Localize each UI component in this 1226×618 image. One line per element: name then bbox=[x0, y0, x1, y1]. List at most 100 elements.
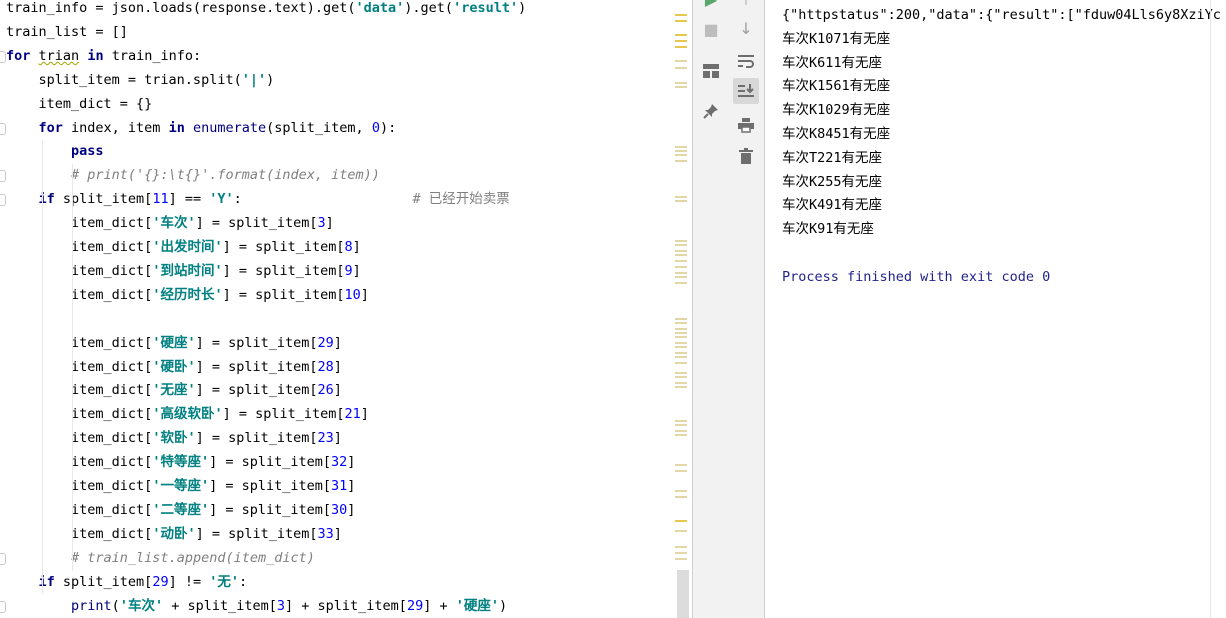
stripe-marker[interactable] bbox=[675, 430, 687, 432]
stripe-marker[interactable] bbox=[675, 346, 687, 348]
stripe-marker[interactable] bbox=[675, 558, 687, 560]
stripe-marker[interactable] bbox=[675, 244, 687, 246]
code-line[interactable]: train_list = [] bbox=[6, 21, 128, 43]
stripe-marker[interactable] bbox=[675, 60, 687, 62]
fold-marker[interactable] bbox=[0, 170, 6, 183]
code-token: '车次' bbox=[152, 215, 196, 232]
error-stripe[interactable] bbox=[668, 0, 692, 618]
stripe-marker[interactable] bbox=[675, 342, 687, 344]
code-line[interactable]: train_info = json.loads(response.text).g… bbox=[6, 0, 526, 19]
code-line[interactable]: for trian in train_info: bbox=[6, 45, 201, 67]
stripe-marker[interactable] bbox=[675, 470, 687, 472]
stripe-marker[interactable] bbox=[675, 530, 687, 532]
stripe-marker[interactable] bbox=[675, 386, 687, 388]
stripe-marker[interactable] bbox=[675, 250, 687, 252]
stripe-marker[interactable] bbox=[675, 356, 687, 358]
stripe-marker[interactable] bbox=[675, 260, 687, 262]
stripe-marker[interactable] bbox=[675, 160, 687, 162]
stripe-marker[interactable] bbox=[675, 546, 687, 548]
soft-wrap-icon[interactable] bbox=[733, 48, 759, 74]
stripe-marker[interactable] bbox=[675, 34, 687, 36]
stripe-marker[interactable] bbox=[675, 382, 687, 384]
stripe-marker[interactable] bbox=[675, 434, 687, 436]
scroll-up-icon[interactable]: ↑ bbox=[733, 0, 759, 12]
code-editor[interactable]: train_info = json.loads(response.text).g… bbox=[0, 0, 668, 618]
run-console[interactable]: {"httpstatus":200,"data":{"result":["fdu… bbox=[765, 0, 1226, 618]
code-line[interactable]: item_dict['车次'] = split_item[3] bbox=[6, 212, 334, 234]
stripe-marker[interactable] bbox=[675, 336, 687, 338]
stripe-marker[interactable] bbox=[675, 332, 687, 334]
stripe-marker[interactable] bbox=[675, 82, 687, 84]
stripe-marker[interactable] bbox=[675, 372, 687, 374]
stripe-marker[interactable] bbox=[675, 362, 687, 364]
code-token: '硬卧' bbox=[152, 358, 196, 375]
code-line[interactable]: item_dict['动卧'] = split_item[33] bbox=[6, 523, 342, 545]
code-line[interactable]: item_dict['二等座'] = split_item[30] bbox=[6, 499, 355, 521]
code-line[interactable]: item_dict['特等座'] = split_item[32] bbox=[6, 451, 355, 473]
code-line[interactable]: pass bbox=[6, 140, 104, 162]
stripe-marker[interactable] bbox=[675, 46, 687, 48]
stripe-marker[interactable] bbox=[675, 200, 687, 202]
stripe-marker[interactable] bbox=[675, 282, 687, 284]
code-line[interactable]: split_item = trian.split('|') bbox=[6, 69, 275, 91]
code-line[interactable]: item_dict['硬卧'] = split_item[28] bbox=[6, 356, 342, 378]
stripe-marker[interactable] bbox=[675, 196, 687, 198]
stripe-marker[interactable] bbox=[675, 318, 687, 320]
stripe-marker[interactable] bbox=[675, 420, 687, 422]
code-line[interactable]: item_dict['硬座'] = split_item[29] bbox=[6, 332, 342, 354]
code-token: '到站时间' bbox=[152, 262, 223, 279]
stripe-marker[interactable] bbox=[675, 322, 687, 324]
stripe-marker[interactable] bbox=[675, 424, 687, 426]
stripe-marker[interactable] bbox=[675, 266, 687, 268]
code-line[interactable]: # train_list.append(item_dict) bbox=[6, 547, 315, 569]
code-line[interactable]: item_dict['到站时间'] = split_item[9] bbox=[6, 260, 361, 282]
code-line[interactable]: item_dict['高级软卧'] = split_item[21] bbox=[6, 403, 369, 425]
stripe-marker[interactable] bbox=[675, 40, 687, 42]
fold-marker[interactable] bbox=[0, 50, 6, 63]
stripe-marker[interactable] bbox=[675, 552, 687, 554]
scroll-down-icon[interactable]: ↓ bbox=[733, 15, 759, 41]
stripe-marker[interactable] bbox=[675, 14, 687, 16]
console-output-line: 车次K611有无座 bbox=[782, 54, 883, 71]
stripe-marker[interactable] bbox=[675, 154, 687, 156]
code-line[interactable]: print('车次' + split_item[3] + split_item[… bbox=[6, 595, 507, 617]
stripe-marker[interactable] bbox=[675, 496, 687, 498]
stripe-marker[interactable] bbox=[675, 464, 687, 466]
fold-marker[interactable] bbox=[0, 600, 6, 613]
code-line[interactable]: item_dict['无座'] = split_item[26] bbox=[6, 379, 342, 401]
stop-icon[interactable]: ■ bbox=[698, 16, 724, 42]
code-line[interactable]: if split_item[11] == 'Y': # 已经开始卖票 bbox=[6, 188, 510, 210]
stripe-marker[interactable] bbox=[675, 520, 687, 522]
stripe-marker[interactable] bbox=[675, 240, 687, 242]
stripe-marker[interactable] bbox=[675, 67, 687, 69]
code-line[interactable]: item_dict['出发时间'] = split_item[8] bbox=[6, 236, 361, 258]
editor-scrollbar-thumb[interactable] bbox=[677, 570, 689, 618]
trash-icon[interactable] bbox=[733, 143, 759, 169]
pin-icon[interactable] bbox=[698, 98, 724, 124]
stripe-marker[interactable] bbox=[675, 146, 687, 148]
code-line[interactable]: # print('{}:\t{}'.format(index, item)) bbox=[6, 164, 380, 186]
scroll-to-end-icon[interactable] bbox=[733, 78, 759, 104]
code-line[interactable]: item_dict = {} bbox=[6, 93, 153, 115]
stripe-marker[interactable] bbox=[675, 254, 687, 256]
stripe-marker[interactable] bbox=[675, 20, 687, 22]
stripe-marker[interactable] bbox=[675, 490, 687, 492]
code-line[interactable]: item_dict['一等座'] = split_item[31] bbox=[6, 475, 355, 497]
code-line[interactable]: item_dict['软卧'] = split_item[23] bbox=[6, 427, 342, 449]
stripe-marker[interactable] bbox=[675, 86, 687, 88]
layout-icon[interactable] bbox=[698, 58, 724, 84]
code-token: ] bbox=[333, 382, 342, 399]
fold-marker[interactable] bbox=[0, 194, 6, 207]
stripe-marker[interactable] bbox=[675, 276, 687, 278]
fold-marker[interactable] bbox=[0, 552, 6, 565]
print-icon[interactable] bbox=[733, 112, 759, 138]
stripe-marker[interactable] bbox=[675, 272, 687, 274]
stripe-marker[interactable] bbox=[675, 150, 687, 152]
run-icon[interactable]: ▶ bbox=[698, 0, 724, 12]
stripe-marker[interactable] bbox=[675, 328, 687, 330]
code-line[interactable]: for index, item in enumerate(split_item,… bbox=[6, 117, 397, 139]
stripe-marker[interactable] bbox=[675, 376, 687, 378]
stripe-marker[interactable] bbox=[675, 352, 687, 354]
fold-marker[interactable] bbox=[0, 122, 6, 135]
code-line[interactable]: item_dict['经历时长'] = split_item[10] bbox=[6, 284, 369, 306]
